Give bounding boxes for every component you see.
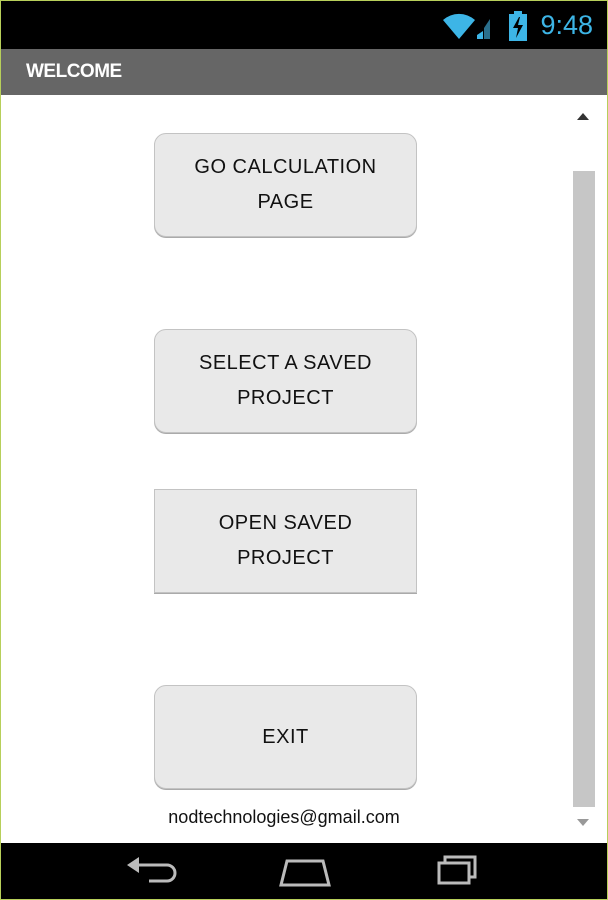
scroll-down-arrow-icon[interactable] xyxy=(577,819,589,826)
recent-apps-icon[interactable] xyxy=(429,853,485,889)
scrollbar[interactable] xyxy=(569,95,607,843)
go-calculation-page-button[interactable]: GO CALCULATION PAGE xyxy=(154,133,417,237)
home-icon[interactable] xyxy=(277,853,333,889)
scrollbar-thumb[interactable] xyxy=(573,171,595,807)
status-bar: 9:48 xyxy=(1,1,607,49)
open-saved-project-button[interactable]: OPEN SAVED PROJECT xyxy=(154,489,417,593)
page-title: WELCOME xyxy=(26,61,122,82)
scroll-up-arrow-icon[interactable] xyxy=(577,113,589,120)
exit-button[interactable]: EXIT xyxy=(154,685,417,789)
back-icon[interactable] xyxy=(123,853,179,889)
select-saved-project-button[interactable]: SELECT A SAVED PROJECT xyxy=(154,329,417,433)
contact-email: nodtechnologies@gmail.com xyxy=(168,807,400,827)
main-content: GO CALCULATION PAGE SELECT A SAVED PROJE… xyxy=(1,95,607,843)
clock: 9:48 xyxy=(540,10,593,40)
app-frame: 9:48 WELCOME GO CALCULATION PAGE SELECT … xyxy=(0,0,608,900)
navigation-bar xyxy=(1,843,607,899)
battery-charging-icon xyxy=(509,11,527,41)
wifi-signal-icon xyxy=(443,13,490,39)
title-bar: WELCOME xyxy=(1,49,607,95)
